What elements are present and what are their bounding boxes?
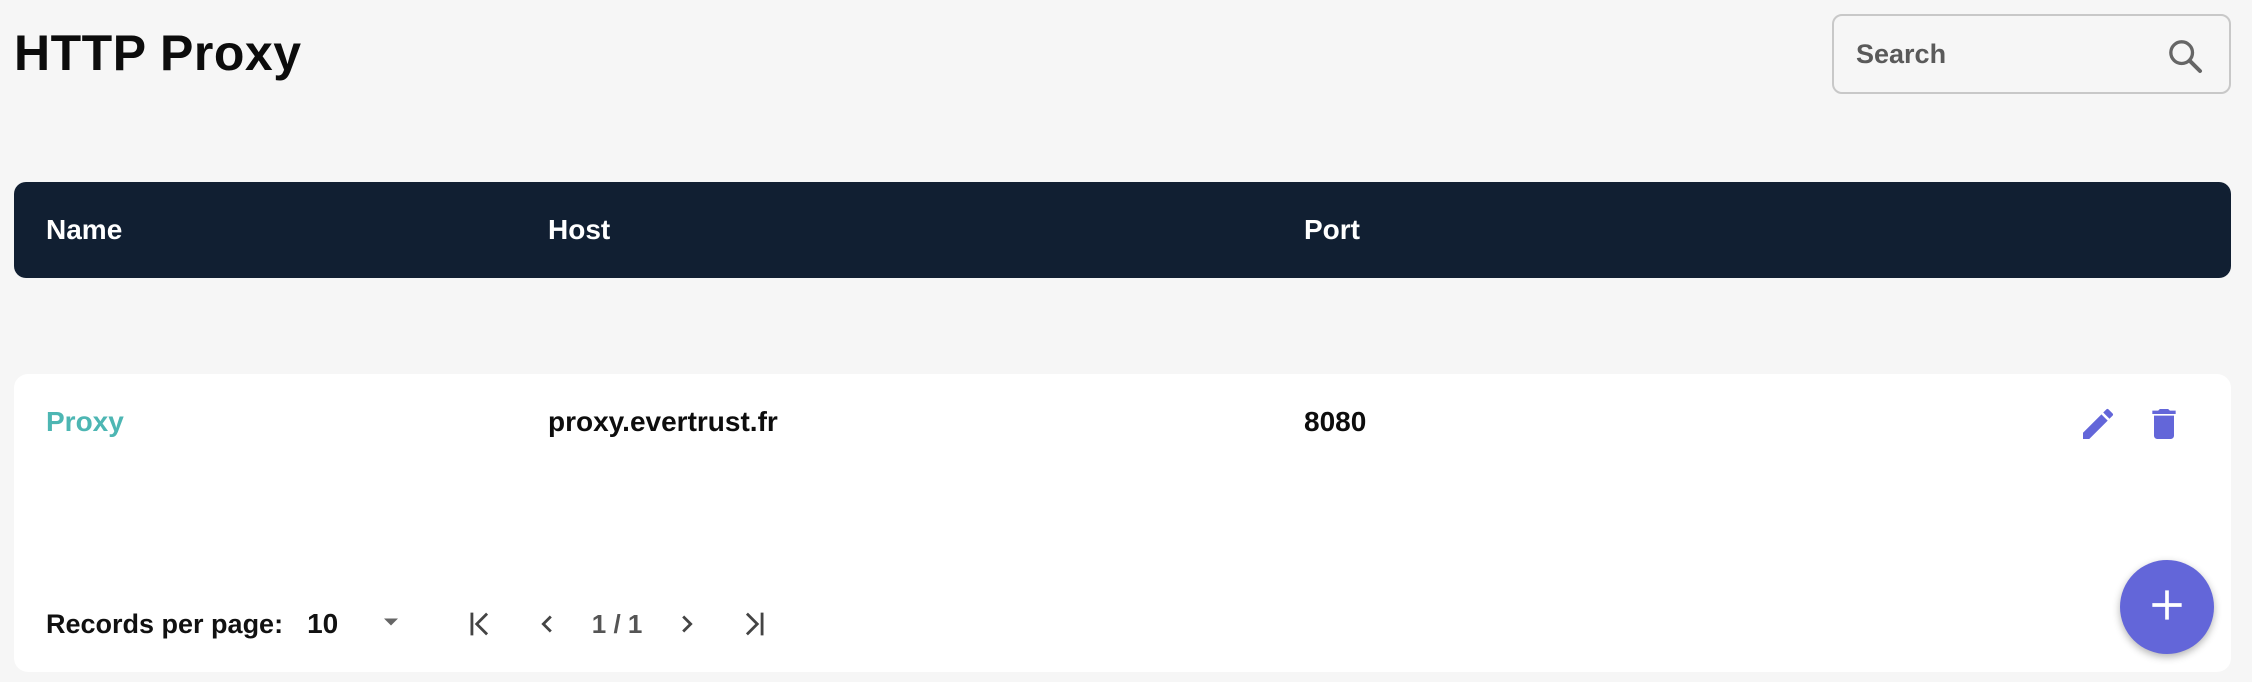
column-header-port[interactable]: Port bbox=[1304, 214, 1360, 246]
edit-icon[interactable] bbox=[2074, 400, 2122, 448]
previous-page-icon[interactable] bbox=[523, 600, 571, 648]
proxy-name-link[interactable]: Proxy bbox=[46, 406, 124, 438]
delete-icon[interactable] bbox=[2140, 400, 2188, 448]
proxy-host: proxy.evertrust.fr bbox=[548, 406, 778, 437]
first-page-icon[interactable] bbox=[455, 600, 503, 648]
table-header: Name Host Port bbox=[14, 182, 2231, 278]
proxy-port: 8080 bbox=[1304, 406, 1367, 437]
plus-icon bbox=[2145, 583, 2189, 632]
table-row-card: Proxy proxy.evertrust.fr 8080 Records pe… bbox=[14, 374, 2231, 672]
search-icon[interactable] bbox=[2165, 36, 2205, 76]
records-per-page-label: Records per page: bbox=[46, 608, 284, 639]
page-title: HTTP Proxy bbox=[14, 25, 302, 81]
column-header-name[interactable]: Name bbox=[46, 214, 122, 246]
last-page-icon[interactable] bbox=[731, 600, 779, 648]
column-header-host[interactable]: Host bbox=[548, 214, 610, 246]
chevron-down-icon bbox=[377, 608, 405, 641]
page-size-value: 10 bbox=[307, 608, 339, 639]
search-input[interactable] bbox=[1834, 16, 2134, 92]
page-info: 1 / 1 bbox=[591, 608, 643, 639]
search-box[interactable] bbox=[1832, 14, 2231, 94]
add-proxy-button[interactable] bbox=[2120, 560, 2214, 654]
next-page-icon[interactable] bbox=[663, 600, 711, 648]
pagination: Records per page: 10 1 / 1 bbox=[46, 600, 779, 648]
page-size-select[interactable]: 10 bbox=[307, 608, 405, 641]
